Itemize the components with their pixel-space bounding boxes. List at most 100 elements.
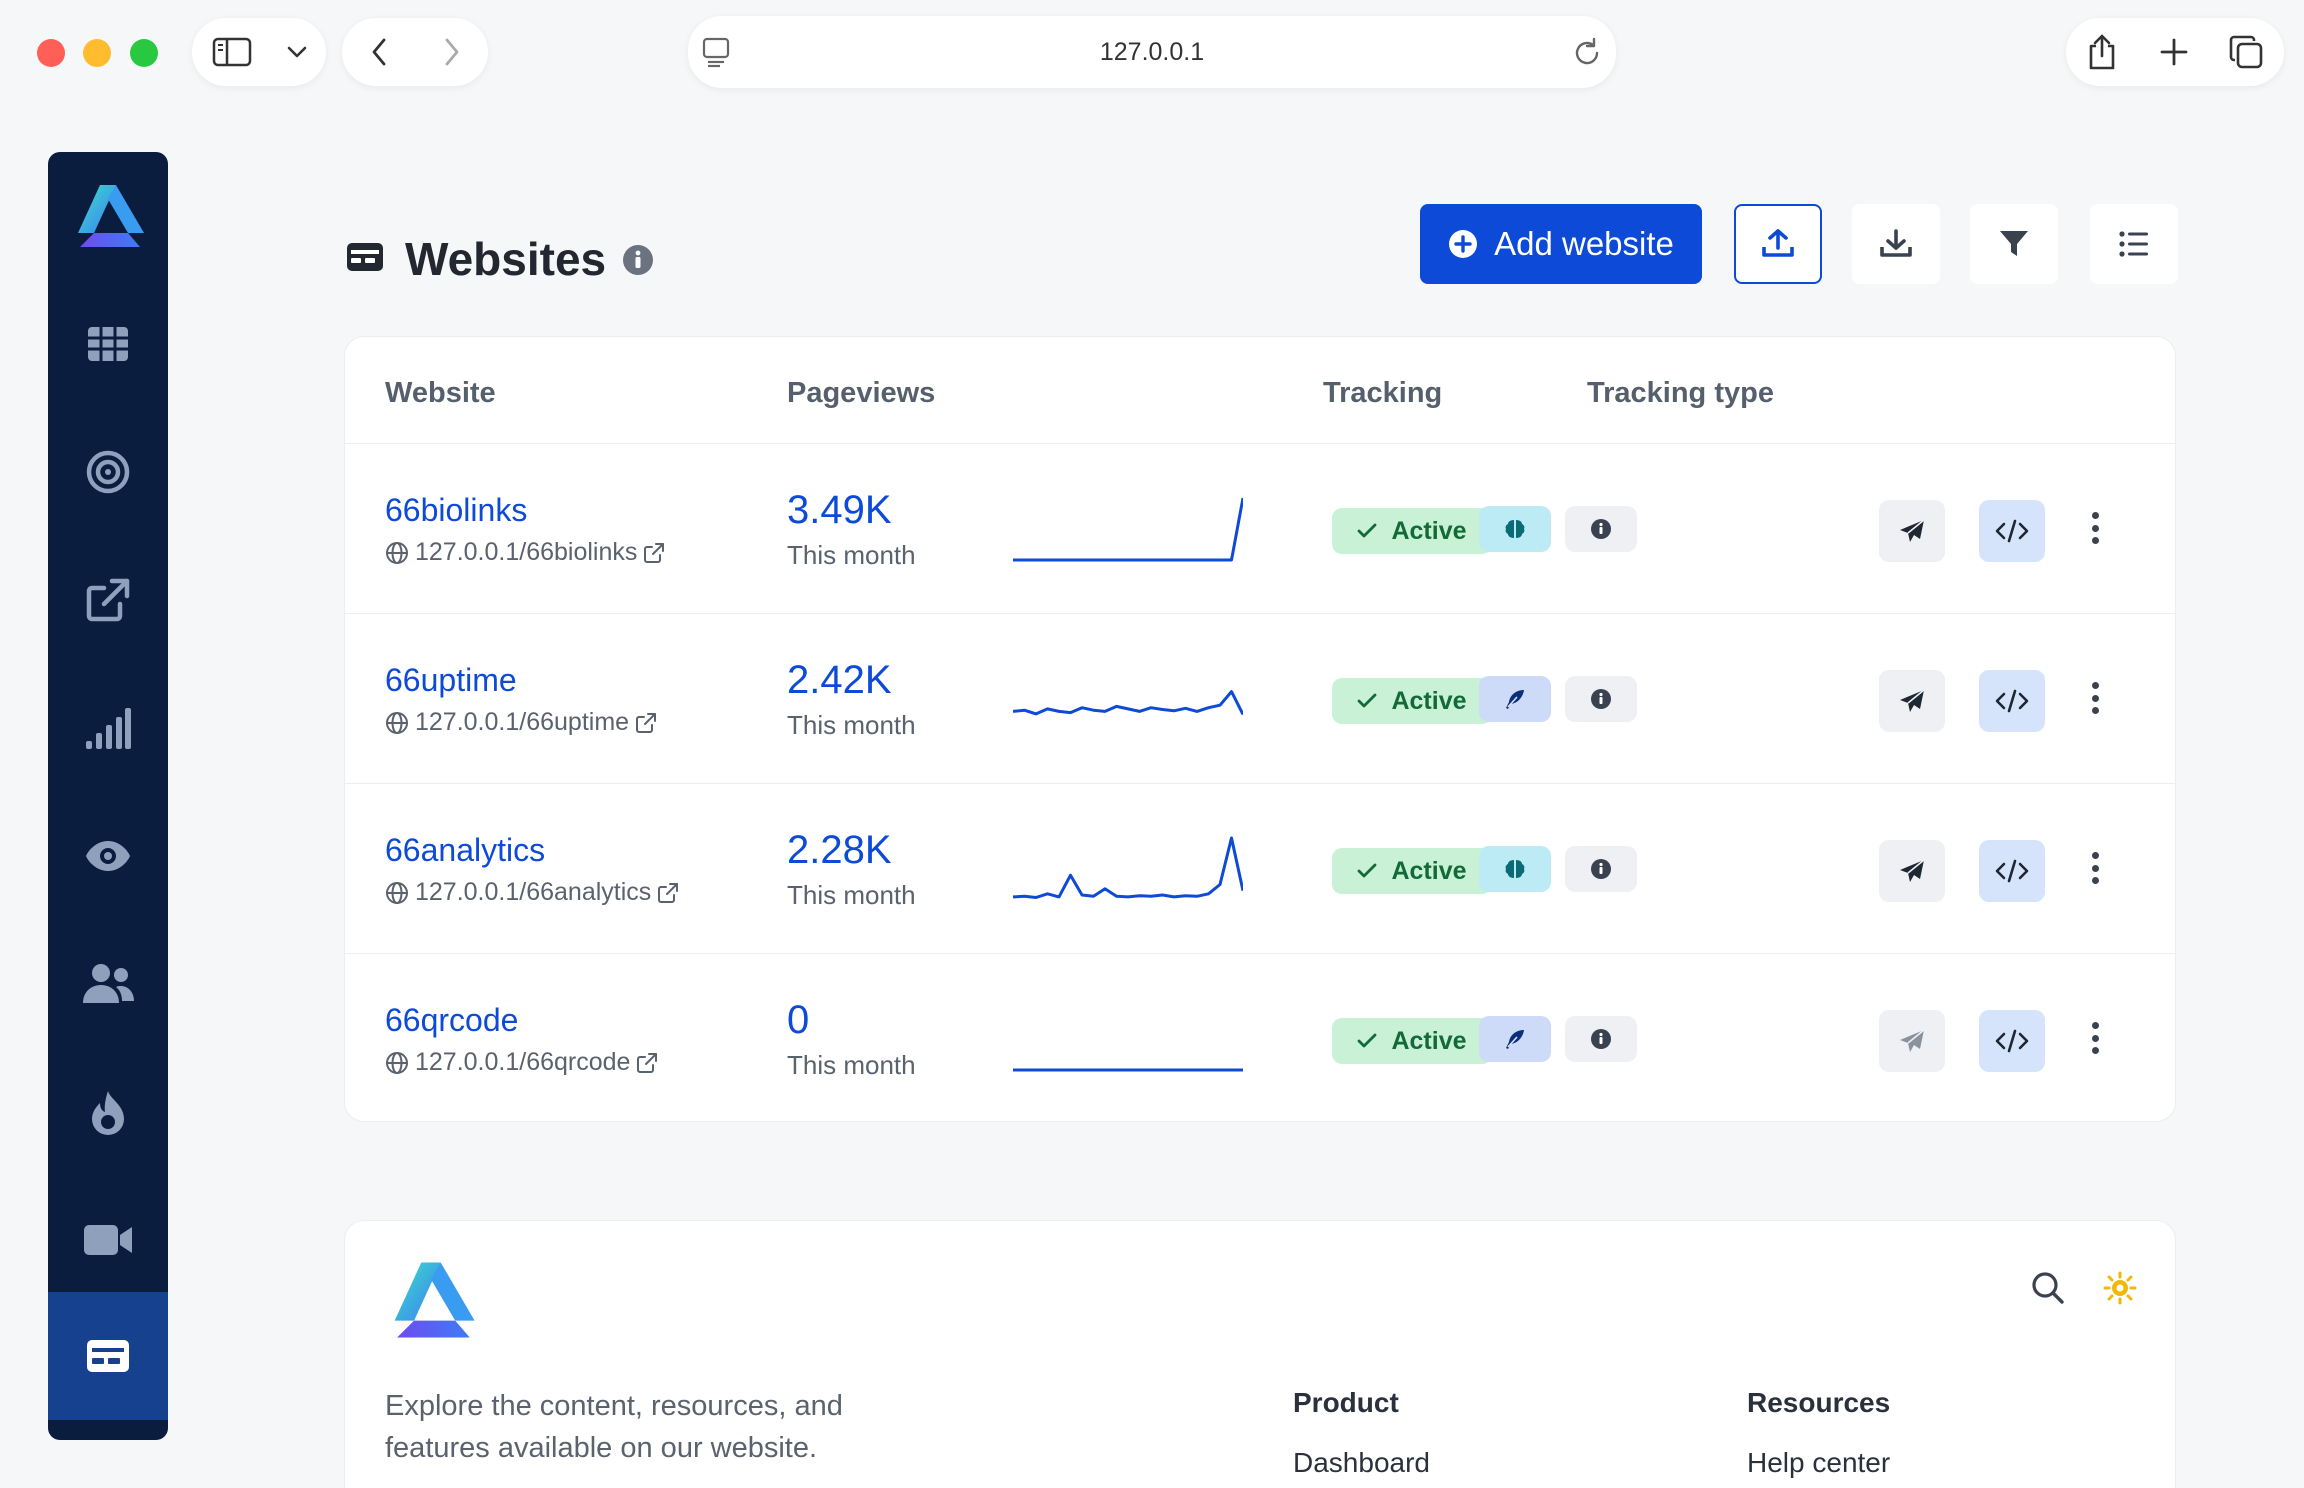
share-button[interactable] [2066,18,2138,86]
website-name-link[interactable]: 66analytics [385,832,545,869]
new-tab-button[interactable] [2138,18,2210,86]
tracking-info-button[interactable] [1565,846,1637,892]
sidebar-item-heatmaps[interactable] [48,1048,168,1176]
import-button[interactable] [1734,204,1822,284]
footer-product-heading: Product [1293,1387,1399,1418]
send-button[interactable] [1879,670,1945,732]
external-link-icon[interactable] [657,882,679,904]
tracking-code-button[interactable] [1979,1010,2045,1072]
websites-table: Website Pageviews Tracking Tracking type… [344,336,2176,1122]
filter-button[interactable] [1970,204,2058,284]
search-icon[interactable] [2031,1271,2065,1305]
sidebar [48,152,168,1440]
external-link-icon [86,578,130,622]
address-text: 127.0.0.1 [1099,37,1205,66]
tab-menu-button[interactable] [272,18,322,86]
sidebar-item-team[interactable] [48,920,168,1048]
pageviews-value: 3.49K [787,488,892,532]
send-button[interactable] [1879,840,1945,902]
table-row: 66qrcode 127.0.0.1/66qrcode 0 This month Act… [345,954,2175,1121]
table-row: 66analytics 127.0.0.1/66analytics 2.28K Thi… [345,784,2175,954]
sidebar-logo[interactable] [48,152,168,280]
website-name-link[interactable]: 66uptime [385,662,517,699]
export-button[interactable] [1852,204,1940,284]
tracking-code-button[interactable] [1979,670,2045,732]
pageviews-value: 2.28K [787,828,892,872]
tracking-info-button[interactable] [1565,1016,1637,1062]
external-link-icon[interactable] [635,712,657,734]
globe-icon [386,881,408,904]
footer-link-dashboard[interactable]: Dashboard [1293,1447,1430,1479]
tracking-type-button[interactable] [1479,506,1551,552]
column-header-pageviews: Pageviews [787,377,936,409]
website-url-text: 127.0.0.1/66qrcode [415,1048,631,1076]
website-name-link[interactable]: 66qrcode [385,1002,518,1039]
sparkline-path [1013,690,1243,716]
sidebar-item-statistics[interactable] [48,664,168,792]
website-name-link[interactable]: 66biolinks [385,492,527,529]
sidebar-item-websites[interactable] [48,1292,168,1420]
pageviews-period: This month [787,540,916,570]
tracking-status-badge: Active [1332,678,1492,724]
code-icon [1995,1029,2029,1053]
dot-icon [2091,524,2099,532]
list-view-button[interactable] [2090,204,2178,284]
users-icon [83,964,134,1003]
check-icon [1358,523,1377,538]
tracking-info-button[interactable] [1565,676,1637,722]
more-options-button[interactable] [2085,848,2105,888]
forward-button[interactable] [415,18,488,86]
tracking-info-button[interactable] [1565,506,1637,552]
send-icon [1900,689,1925,712]
more-options-button[interactable] [2085,678,2105,718]
footer-resources-heading: Resources [1747,1387,1891,1418]
info-icon[interactable] [622,244,654,276]
tab-overview-button[interactable] [2210,18,2282,86]
dot-icon [2091,852,2099,859]
tracking-type-button[interactable] [1479,676,1551,722]
more-options-button[interactable] [2085,508,2105,548]
external-link-icon[interactable] [643,542,665,564]
sidebar-item-links[interactable] [48,536,168,664]
sidebar-item-dashboard[interactable] [48,280,168,408]
sun-theme-icon[interactable] [2103,1271,2137,1305]
navigation-group [342,18,488,86]
back-button[interactable] [342,18,415,86]
dot-icon [2091,694,2099,702]
close-window-button[interactable] [37,39,65,67]
sidebar-item-visitors[interactable] [48,792,168,920]
table-row: 66biolinks 127.0.0.1/66biolinks 3.49K This … [345,444,2175,614]
address-bar[interactable]: 127.0.0.1 [688,16,1616,88]
info-icon [1591,1029,1611,1049]
feather-icon [1506,1030,1524,1049]
dot-icon [2091,1047,2099,1054]
sidebar-toggle-group [192,18,326,86]
sidebar-item-goals[interactable] [48,408,168,536]
info-icon [1591,689,1611,709]
minimize-window-button[interactable] [83,39,111,67]
zoom-window-button[interactable] [130,39,158,67]
brain-icon [1505,860,1525,878]
tracking-code-button[interactable] [1979,500,2045,562]
info-icon [1591,519,1611,539]
check-icon [1358,693,1377,708]
check-icon [1358,1033,1377,1048]
reload-icon[interactable] [1572,36,1602,68]
video-camera-icon [84,1225,132,1255]
tracking-type-button[interactable] [1479,1016,1551,1062]
plus-circle-icon [1449,230,1478,258]
pageviews-period: This month [787,880,916,910]
website-url-text: 127.0.0.1/66analytics [415,878,652,906]
sidebar-toggle-button[interactable] [192,18,272,86]
external-link-icon[interactable] [636,1052,658,1074]
send-button[interactable] [1879,1010,1945,1072]
more-options-button[interactable] [2085,1018,2105,1058]
tracking-type-button[interactable] [1479,846,1551,892]
tracking-code-button[interactable] [1979,840,2045,902]
footer-link-help-center[interactable]: Help center [1747,1447,1890,1479]
sidebar-item-replays[interactable] [48,1176,168,1304]
send-button[interactable] [1879,500,1945,562]
dot-icon [2091,1022,2099,1029]
send-icon [1900,519,1925,542]
add-website-button[interactable]: Add website [1420,204,1702,284]
